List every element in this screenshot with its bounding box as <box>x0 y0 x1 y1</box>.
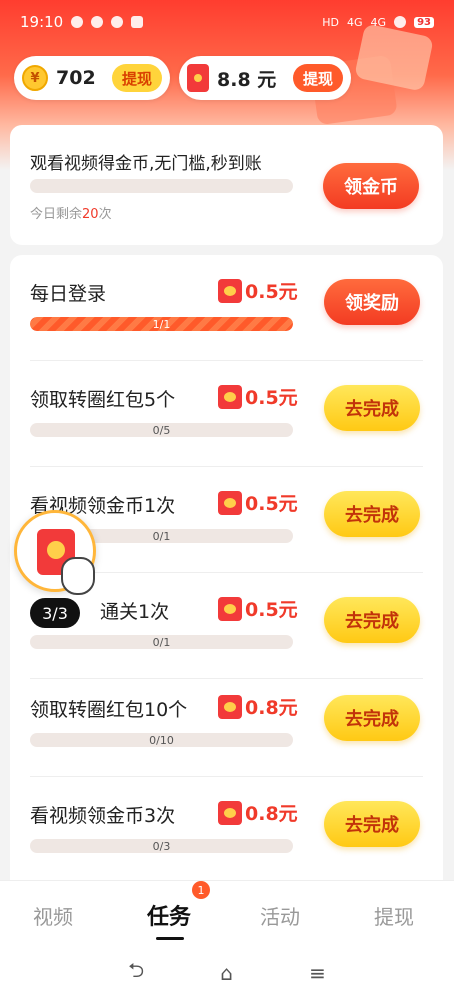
watch-video-progress <box>30 179 293 193</box>
go-complete-button[interactable]: 去完成 <box>324 801 420 847</box>
red-packet-icon <box>218 490 242 515</box>
compass-icon <box>111 16 124 28</box>
cash-balance: 8.8 元 <box>217 68 277 91</box>
cash-balance-pill: 8.8 元 提现 <box>179 56 351 100</box>
go-complete-button[interactable]: 去完成 <box>324 695 420 741</box>
home-icon[interactable]: ⌂ <box>220 961 233 985</box>
status-bar: 19:10 HD 4G 4G 93 <box>0 0 454 44</box>
task-reward: 0.8元 <box>218 799 298 826</box>
go-complete-button[interactable]: 去完成 <box>324 385 420 431</box>
watch-video-card: 观看视频得金币,无门槛,秒到账 今日剩余20次 领金币 <box>10 125 443 245</box>
claim-coins-button[interactable]: 领金币 <box>323 163 419 209</box>
task-reward: 0.5元 <box>218 383 298 410</box>
message-icon <box>131 16 144 28</box>
task-row: 领取转圈红包10个 0.8元 0/10 去完成 <box>10 671 443 777</box>
yen-coin-icon: ¥ <box>22 65 48 91</box>
tab-withdraw[interactable]: 提现 <box>374 901 414 930</box>
watch-video-title: 观看视频得金币,无门槛,秒到账 <box>30 154 262 174</box>
task-name: 领取转圈红包10个 <box>30 699 188 721</box>
task-reward: 0.5元 <box>218 277 298 304</box>
task-name: 每日登录 <box>30 283 107 305</box>
go-complete-button[interactable]: 去完成 <box>324 491 420 537</box>
coin-withdraw-button[interactable]: 提现 <box>111 64 162 92</box>
task-reward: 0.5元 <box>218 595 298 622</box>
floating-red-packet-widget[interactable] <box>14 510 96 595</box>
floating-widget-counter: 3/3 <box>30 598 80 628</box>
task-row: 每日登录 0.5元 1/1 领奖励 <box>10 255 443 361</box>
network-indicator-2: 4G <box>370 15 387 29</box>
network-indicator-1: 4G <box>347 15 363 29</box>
red-packet-icon <box>218 278 242 303</box>
red-packet-icon <box>218 384 242 409</box>
task-row: 看视频领金币3次 0.8元 0/3 去完成 <box>10 777 443 883</box>
task-progress-bar: 0/5 <box>30 423 293 437</box>
task-progress-bar: 0/1 <box>30 635 293 649</box>
wechat-icon <box>71 16 84 28</box>
coin-balance-pill: ¥ 702 提现 <box>14 56 170 100</box>
tab-tasks-badge: 1 <box>192 881 210 899</box>
back-icon[interactable]: ⮌ <box>128 956 144 990</box>
red-packet-icon <box>218 800 242 825</box>
remaining-count: 20 <box>82 207 99 222</box>
red-packet-icon <box>187 64 209 92</box>
hd-indicator: HD <box>322 15 340 29</box>
task-reward: 0.8元 <box>218 693 298 720</box>
task-row: 领取转圈红包5个 0.5元 0/5 去完成 <box>10 361 443 467</box>
hand-pointer-icon <box>61 557 95 595</box>
cash-withdraw-button[interactable]: 提现 <box>292 64 343 92</box>
active-tab-indicator <box>156 937 184 940</box>
task-name: 通关1次 <box>100 601 170 623</box>
wifi-icon <box>394 16 407 28</box>
red-packet-icon <box>218 694 242 719</box>
coin-balance: 702 <box>56 67 96 89</box>
tab-activity[interactable]: 活动 <box>260 901 300 930</box>
claim-reward-button[interactable]: 领奖励 <box>324 279 420 325</box>
go-complete-button[interactable]: 去完成 <box>324 597 420 643</box>
task-name: 看视频领金币3次 <box>30 805 176 827</box>
bottom-tab-bar: 视频 任务 1 活动 提现 <box>0 880 454 946</box>
system-nav-bar: ⮌ ⌂ ≡ <box>0 946 454 1000</box>
drop-icon <box>91 16 104 28</box>
task-reward: 0.5元 <box>218 489 298 516</box>
remaining-count-text: 今日剩余20次 <box>30 207 112 222</box>
tab-video[interactable]: 视频 <box>33 901 73 930</box>
red-packet-icon <box>218 596 242 621</box>
task-name: 领取转圈红包5个 <box>30 389 176 411</box>
task-progress-bar: 1/1 <box>30 317 293 331</box>
task-progress-bar: 0/3 <box>30 839 293 853</box>
battery-indicator: 93 <box>414 16 434 28</box>
tab-tasks[interactable]: 任务 <box>147 899 191 931</box>
task-progress-bar: 0/10 <box>30 733 293 747</box>
status-time: 19:10 <box>20 13 64 31</box>
menu-icon[interactable]: ≡ <box>309 961 326 985</box>
